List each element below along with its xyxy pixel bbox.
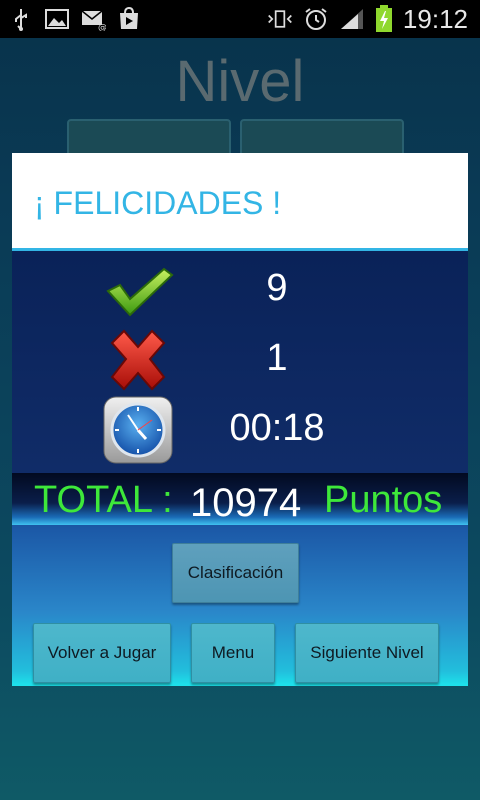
status-bar: @ 19:12 — [0, 0, 480, 38]
wrong-answers-row: 1 — [12, 325, 468, 395]
time-row: 00:18 — [12, 395, 468, 465]
checkmark-icon — [106, 267, 174, 317]
total-score-value: 10974 — [190, 481, 302, 525]
wrong-answers-value: 1 — [266, 337, 288, 379]
battery-charging-icon — [375, 5, 392, 32]
cross-icon — [110, 329, 166, 391]
next-level-button[interactable]: Siguiente Nivel — [295, 623, 439, 683]
ranking-button[interactable]: Clasificación — [172, 543, 299, 603]
clock-time: 19:12 — [402, 3, 468, 34]
clock-icon — [103, 396, 173, 464]
alarm-icon — [305, 8, 327, 30]
email-icon: @ — [81, 10, 106, 31]
congratulations-dialog: ¡ FELICIDADES ! 9 1 00:18 TOTAL: 10974 … — [12, 153, 468, 686]
level-title: Nivel — [175, 49, 305, 114]
menu-button[interactable]: Menu — [191, 623, 275, 683]
dialog-title: ¡ FELICIDADES ! — [34, 185, 282, 221]
dialog-body: 9 1 00:18 TOTAL: 10974 Puntos Clasifica… — [12, 251, 468, 686]
notification-icons: @ — [8, 4, 142, 34]
signal-icon — [340, 9, 363, 29]
total-score-band: TOTAL : 10974 Puntos — [12, 473, 468, 525]
vibrate-icon — [268, 10, 292, 28]
elapsed-time-value: 00:18 — [229, 407, 325, 449]
image-icon — [45, 9, 69, 29]
svg-text:@: @ — [98, 23, 106, 31]
dialog-header: ¡ FELICIDADES ! — [12, 153, 468, 251]
system-icons: 19:12 — [267, 4, 468, 34]
total-label: TOTAL : — [34, 479, 173, 521]
play-again-button[interactable]: Volver a Jugar — [33, 623, 171, 683]
stats-panel: 9 1 00:18 — [12, 251, 468, 473]
correct-answers-row: 9 — [12, 255, 468, 325]
total-score-unit: Puntos — [324, 479, 443, 521]
correct-answers-value: 9 — [266, 267, 288, 309]
usb-icon — [15, 9, 27, 31]
play-store-icon — [120, 7, 138, 29]
